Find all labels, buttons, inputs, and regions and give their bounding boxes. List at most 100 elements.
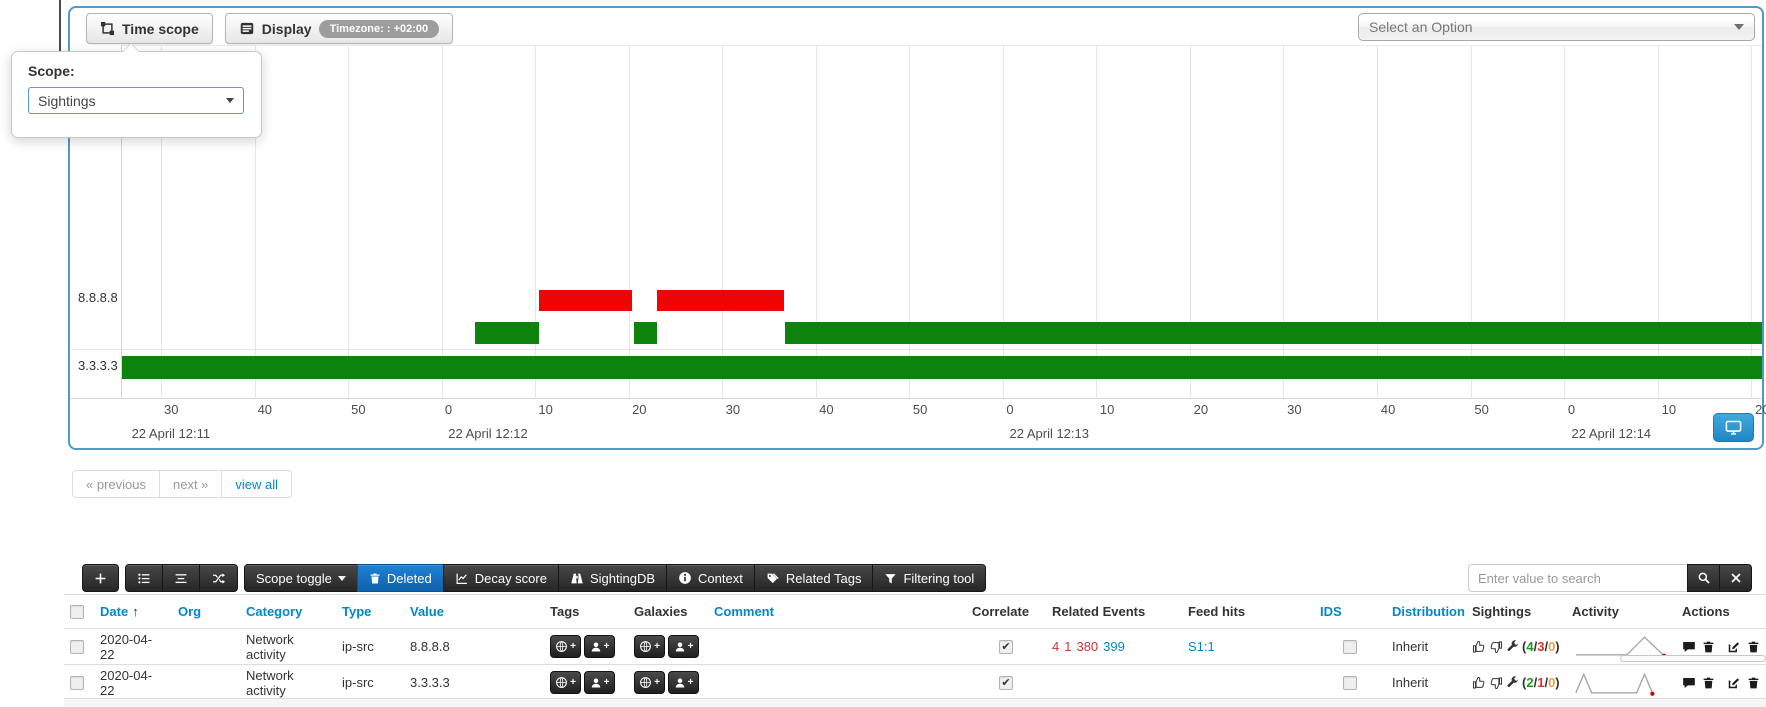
related-event-link[interactable]: 380 <box>1076 639 1098 654</box>
wrench-icon[interactable] <box>1506 640 1519 653</box>
decay-score-button[interactable]: Decay score <box>443 564 559 592</box>
related-event-link[interactable]: 399 <box>1103 639 1125 654</box>
add-attribute-button[interactable] <box>82 564 119 592</box>
wrench-icon[interactable] <box>1506 676 1519 689</box>
gridline <box>722 46 723 398</box>
soft-delete-icon[interactable] <box>1702 676 1715 690</box>
scope-select-value: Sightings <box>38 93 96 109</box>
column-header-category[interactable]: Category <box>240 595 336 628</box>
axis-tick-label: 50 <box>347 402 365 417</box>
column-header-type[interactable]: Type <box>336 595 404 628</box>
axis-line <box>70 398 1762 399</box>
view-all-button[interactable]: view all <box>221 470 292 498</box>
cell-ids <box>1314 629 1386 664</box>
scope-toggle-button[interactable]: Scope toggle <box>244 564 358 592</box>
screenshot-button[interactable] <box>1713 413 1754 442</box>
gridline <box>1377 46 1378 398</box>
add-local-tag-button[interactable]: + <box>584 671 615 694</box>
thumbs-up-icon[interactable] <box>1472 676 1486 690</box>
column-header-org[interactable]: Org <box>172 595 240 628</box>
shuffle-icon <box>211 572 226 585</box>
context-button[interactable]: Context <box>666 564 755 592</box>
gridline <box>1751 46 1752 398</box>
add-global-galaxy-button[interactable]: + <box>634 635 665 658</box>
add-global-tag-button[interactable]: + <box>550 635 581 658</box>
axis-tick-label: 30 <box>722 402 740 417</box>
add-local-galaxy-button[interactable]: + <box>668 635 699 658</box>
thumbs-down-icon[interactable] <box>1489 676 1503 690</box>
feed-hit-link[interactable]: S1:1 <box>1188 639 1215 654</box>
timeline-bar[interactable] <box>475 322 539 344</box>
axis-tick-label: 50 <box>909 402 927 417</box>
search-input[interactable] <box>1468 564 1688 592</box>
gridline <box>1564 46 1565 398</box>
gridline <box>629 46 630 398</box>
column-header-feed-hits: Feed hits <box>1182 595 1314 628</box>
row-checkbox[interactable] <box>70 640 84 654</box>
correlate-checkbox[interactable]: ✔ <box>999 640 1013 654</box>
delete-icon[interactable] <box>1747 676 1760 690</box>
add-global-tag-button[interactable]: + <box>550 671 581 694</box>
row-checkbox[interactable] <box>70 676 84 690</box>
column-header-date[interactable]: Date ↑ <box>94 595 172 628</box>
floating-scrollbar[interactable] <box>1620 655 1766 662</box>
timezone-badge: Timezone: : +02:00 <box>319 20 440 38</box>
cell-actions <box>1676 665 1766 700</box>
cell-comment <box>708 665 966 700</box>
timeline-group-label: 8.8.8.8 <box>78 290 118 305</box>
axis-date-strip: 22 April 12:1122 April 12:1222 April 12:… <box>121 426 1762 444</box>
comment-icon[interactable] <box>1682 640 1696 654</box>
filtering-tool-button[interactable]: Filtering tool <box>872 564 986 592</box>
scope-popup-label: Scope: <box>28 63 245 79</box>
thumbs-down-icon[interactable] <box>1489 640 1503 654</box>
column-header-distribution[interactable]: Distribution <box>1386 595 1466 628</box>
column-header-value[interactable]: Value <box>404 595 544 628</box>
timeline-bar[interactable] <box>657 290 784 311</box>
related-event-link[interactable]: 1 <box>1064 639 1071 654</box>
time-scope-button[interactable]: Time scope <box>86 13 213 44</box>
timeline-bar[interactable] <box>539 290 632 311</box>
soft-delete-icon[interactable] <box>1702 640 1715 654</box>
shuffle-view-button[interactable] <box>199 564 238 592</box>
edit-icon[interactable] <box>1727 640 1741 654</box>
correlate-checkbox[interactable]: ✔ <box>999 676 1013 690</box>
column-header-correlate: Correlate <box>966 595 1046 628</box>
add-global-galaxy-button[interactable]: + <box>634 671 665 694</box>
axis-tick-label: 40 <box>254 402 272 417</box>
timeline-bar[interactable] <box>785 322 1762 344</box>
previous-page-button[interactable]: « previous <box>72 470 160 498</box>
comment-icon[interactable] <box>1682 676 1696 690</box>
related-tags-button[interactable]: Related Tags <box>754 564 874 592</box>
cell-org <box>172 665 240 700</box>
view-mode-group <box>125 564 238 592</box>
column-header-comment[interactable]: Comment <box>708 595 966 628</box>
ids-checkbox[interactable] <box>1343 676 1357 690</box>
thumbs-up-icon[interactable] <box>1472 640 1486 654</box>
cell-feed-hits <box>1182 665 1314 700</box>
column-header-ids[interactable]: IDS <box>1314 595 1386 628</box>
sightingdb-button[interactable]: SightingDB <box>558 564 667 592</box>
delete-icon[interactable] <box>1747 640 1760 654</box>
select-all-checkbox[interactable] <box>70 605 84 619</box>
scope-select[interactable]: Sightings <box>28 87 244 114</box>
add-local-galaxy-button[interactable]: + <box>668 671 699 694</box>
axis-tick-label: 0 <box>1564 402 1575 417</box>
add-local-tag-button[interactable]: + <box>584 635 615 658</box>
timeline-bar[interactable] <box>122 356 1762 379</box>
gridline <box>816 46 817 398</box>
option-select[interactable]: Select an Option <box>1358 13 1755 41</box>
timeline-bar[interactable] <box>634 322 657 344</box>
clear-search-button[interactable] <box>1719 564 1752 592</box>
deleted-button[interactable]: Deleted <box>357 564 444 592</box>
ids-checkbox[interactable] <box>1343 640 1357 654</box>
list-view-button[interactable] <box>125 564 163 592</box>
edit-icon[interactable] <box>1727 676 1741 690</box>
related-event-link[interactable]: 4 <box>1052 639 1059 654</box>
search-button[interactable] <box>1687 564 1720 592</box>
sightings-count: (4/3/0) <box>1522 639 1560 654</box>
compact-view-button[interactable] <box>162 564 200 592</box>
option-select-value: Select an Option <box>1369 19 1473 35</box>
cell-date: 2020-04-22 <box>94 665 172 700</box>
next-page-button[interactable]: next » <box>159 470 222 498</box>
display-button[interactable]: Display Timezone: : +02:00 <box>225 13 453 44</box>
